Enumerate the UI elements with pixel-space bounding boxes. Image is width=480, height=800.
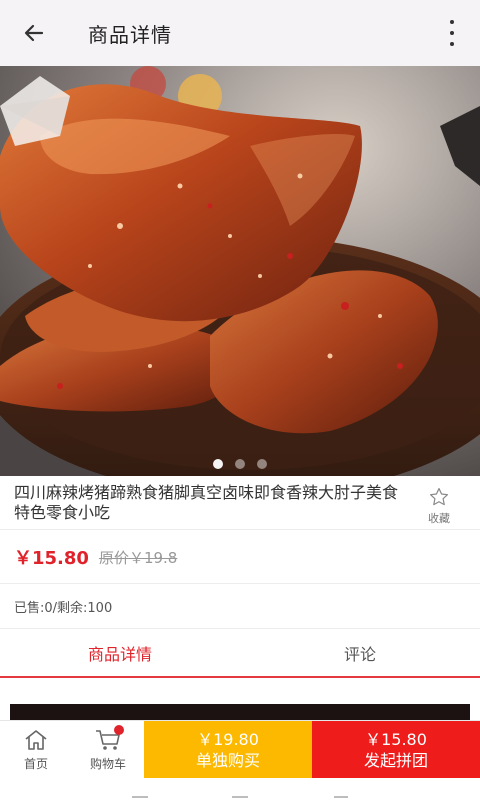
tab-product-details[interactable]: 商品详情 bbox=[0, 629, 240, 676]
app-bar: 商品详情 bbox=[0, 0, 480, 66]
bottom-action-bar: 首页 购物车 ￥19.80 单独购买 ￥15.80 发起拼团 bbox=[0, 720, 480, 778]
tab-reviews[interactable]: 评论 bbox=[240, 629, 480, 676]
group-buy-price: ￥15.80 bbox=[365, 729, 427, 749]
buy-alone-label: 单独购买 bbox=[195, 750, 260, 770]
more-options-button[interactable] bbox=[442, 20, 462, 46]
product-photo bbox=[0, 66, 480, 476]
buy-alone-button[interactable]: ￥19.80 单独购买 bbox=[144, 721, 312, 778]
carousel-dot[interactable] bbox=[257, 459, 267, 469]
star-outline-icon bbox=[429, 487, 449, 506]
favorite-label: 收藏 bbox=[428, 512, 450, 525]
home-label: 首页 bbox=[23, 757, 48, 771]
stock-status: 已售:0/剩余:100 bbox=[14, 601, 113, 616]
cart-label: 购物车 bbox=[89, 757, 126, 771]
back-key[interactable] bbox=[334, 796, 348, 798]
recents-key[interactable] bbox=[132, 796, 148, 798]
price-section: ￥15.80 原价￥19.8 bbox=[0, 531, 480, 584]
carousel-indicator bbox=[0, 459, 480, 469]
current-price: ￥15.80 bbox=[14, 548, 89, 569]
buy-alone-price: ￥19.80 bbox=[197, 729, 259, 749]
cart-badge bbox=[114, 725, 124, 735]
original-price: 原价￥19.8 bbox=[98, 548, 178, 567]
product-name: 四川麻辣烤猪蹄熟食猪脚真空卤味即食香辣大肘子美食特色零食小吃 bbox=[14, 483, 399, 522]
product-title-section: 四川麻辣烤猪蹄熟食猪脚真空卤味即食香辣大肘子美食特色零食小吃 收藏 bbox=[0, 476, 480, 530]
cart-button[interactable]: 购物车 bbox=[72, 721, 144, 778]
product-image-carousel[interactable] bbox=[0, 66, 480, 476]
carousel-dot[interactable] bbox=[235, 459, 245, 469]
back-button[interactable] bbox=[0, 0, 68, 66]
group-buy-label: 发起拼团 bbox=[363, 750, 428, 770]
system-navigation-bar bbox=[0, 778, 480, 800]
detail-tabs: 商品详情 评论 bbox=[0, 628, 480, 678]
home-key[interactable] bbox=[232, 796, 248, 798]
more-vertical-icon bbox=[450, 20, 454, 24]
start-group-buy-button[interactable]: ￥15.80 发起拼团 bbox=[312, 721, 480, 778]
home-icon bbox=[25, 730, 47, 750]
carousel-dot[interactable] bbox=[213, 459, 223, 469]
arrow-left-icon bbox=[24, 24, 44, 42]
page-title: 商品详情 bbox=[88, 22, 172, 47]
home-button[interactable]: 首页 bbox=[0, 721, 72, 778]
favorite-button[interactable]: 收藏 bbox=[424, 486, 454, 526]
